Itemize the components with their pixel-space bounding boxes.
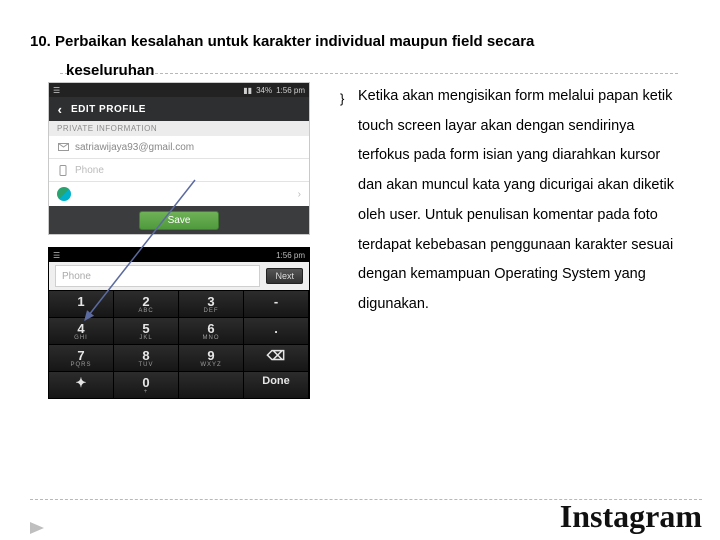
key-0[interactable]: 0+ — [114, 371, 179, 398]
heading-line-1: 10. Perbaikan kesalahan untuk karakter i… — [30, 28, 690, 57]
phone-placeholder: Phone — [75, 165, 104, 176]
phone-icon — [57, 164, 69, 176]
numeric-keypad: 1 2ABC 3DEF - 4GHI 5JKL 6MNO . 7PQRS 8TU… — [49, 290, 309, 398]
key-8[interactable]: 8TUV — [114, 344, 179, 371]
key-2[interactable]: 2ABC — [114, 290, 179, 317]
email-row[interactable]: satriawijaya93@gmail.com — [49, 136, 309, 159]
keypad-row-2: 4GHI 5JKL 6MNO . — [49, 317, 309, 344]
heading-line-2: keseluruhan — [30, 57, 690, 86]
chevron-right-icon: › — [298, 189, 301, 200]
screenshot-keypad: ☰ 1:56 pm Phone Next 1 2ABC 3DEF — [48, 247, 310, 399]
bullet-icon: } — [340, 82, 358, 320]
keypad-row-3: 7PQRS 8TUV 9WXYZ ⌫ — [49, 344, 309, 371]
key-3[interactable]: 3DEF — [179, 290, 244, 317]
gender-row[interactable]: › — [49, 182, 309, 206]
email-value: satriawijaya93@gmail.com — [75, 142, 194, 153]
status-menu-icon-2: ☰ — [53, 251, 60, 260]
key-dot[interactable]: . — [244, 317, 309, 344]
key-6[interactable]: 6MNO — [179, 317, 244, 344]
key-sym[interactable]: ✦ — [49, 371, 114, 398]
signal-icon: ▮▮ — [243, 86, 252, 95]
slide-heading: 10. Perbaikan kesalahan untuk karakter i… — [30, 28, 690, 85]
phone-row[interactable]: Phone — [49, 159, 309, 182]
key-7[interactable]: 7PQRS — [49, 344, 114, 371]
key-dash[interactable]: - — [244, 290, 309, 317]
key-5[interactable]: 5JKL — [114, 317, 179, 344]
key-done[interactable]: Done — [244, 371, 309, 398]
description-text: Ketika akan mengisikan form melalui papa… — [358, 82, 678, 320]
mail-icon — [57, 141, 69, 153]
brand-logo: Instagram — [560, 500, 702, 534]
clock-text: 1:56 pm — [276, 86, 305, 95]
screenshot-edit-profile: ☰ ▮▮ 34% 1:56 pm ‹ EDIT PROFILE PRIVATE … — [48, 82, 310, 235]
input-strip: Phone Next — [49, 262, 309, 290]
key-1[interactable]: 1 — [49, 290, 114, 317]
status-menu-icon: ☰ — [53, 86, 60, 95]
next-button[interactable]: Next — [266, 268, 303, 284]
back-icon[interactable]: ‹ — [49, 102, 71, 117]
status-bar: ☰ ▮▮ 34% 1:56 pm — [49, 83, 309, 97]
phone-input-placeholder: Phone — [62, 271, 91, 282]
save-bar: Save — [49, 206, 309, 234]
keypad-row-4: ✦ 0+ Done — [49, 371, 309, 398]
description-column: } Ketika akan mengisikan form melalui pa… — [320, 82, 690, 399]
gender-icon — [57, 187, 71, 201]
phone-input[interactable]: Phone — [55, 265, 260, 287]
status-bar-2: ☰ 1:56 pm — [49, 248, 309, 262]
battery-text: 34% — [256, 86, 272, 95]
clock-text-2: 1:56 pm — [276, 251, 305, 260]
screenshots-column: ☰ ▮▮ 34% 1:56 pm ‹ EDIT PROFILE PRIVATE … — [30, 82, 320, 399]
slide-marker-icon — [30, 522, 44, 534]
key-blank[interactable] — [179, 371, 244, 398]
title-bar: ‹ EDIT PROFILE — [49, 97, 309, 121]
screen-title: EDIT PROFILE — [71, 104, 146, 115]
section-label: PRIVATE INFORMATION — [49, 121, 309, 136]
key-4[interactable]: 4GHI — [49, 317, 114, 344]
keypad-row-1: 1 2ABC 3DEF - — [49, 290, 309, 317]
save-button[interactable]: Save — [139, 211, 220, 230]
key-backspace[interactable]: ⌫ — [244, 344, 309, 371]
key-9[interactable]: 9WXYZ — [179, 344, 244, 371]
